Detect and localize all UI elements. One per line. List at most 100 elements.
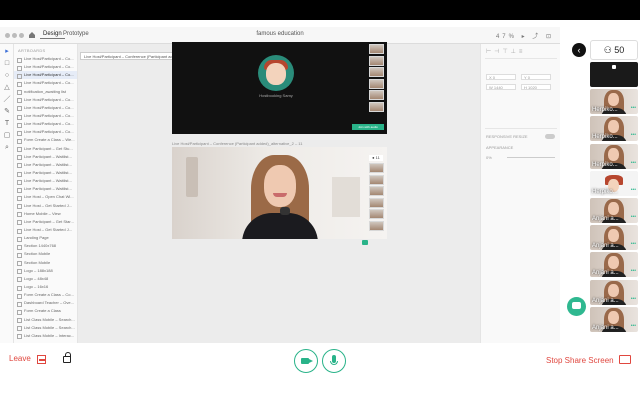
layer-item[interactable]: Live Participant – Waitlist... (14, 185, 77, 193)
layer-item[interactable]: Live Host/Participant – Co... (14, 128, 77, 136)
layer-item[interactable]: Live Host – Get Started J... (14, 226, 77, 234)
leave-button[interactable]: Leave (9, 354, 31, 363)
artboard-tool-icon[interactable]: ▢ (3, 132, 11, 140)
layer-item[interactable]: List Class Mobile – Search... (14, 324, 77, 332)
layer-item[interactable]: Live Host/Participant – Co... (14, 104, 77, 112)
layer-item[interactable]: Form Create a Class – Co... (14, 291, 77, 299)
layer-item[interactable]: Live Host/Participant – Co... (14, 71, 77, 80)
collapse-panel-button[interactable]: ‹ (572, 43, 586, 57)
participant-face (608, 310, 619, 324)
artboard-presenter-video[interactable] (172, 147, 387, 239)
camera-toggle-button[interactable] (294, 349, 318, 373)
polygon-tool-icon[interactable]: △ (3, 84, 11, 92)
microphone-toggle-button[interactable] (322, 349, 346, 373)
layer-item[interactable]: List Class Mobile – Search... (14, 316, 77, 324)
participant-name: Herpiko... (592, 188, 618, 195)
text-tool-icon[interactable]: T (3, 120, 11, 128)
layer-item[interactable]: Landing Page (14, 234, 77, 242)
layer-item[interactable]: Home Mobile – View (14, 210, 77, 218)
participant-tile[interactable]: Herpiko... ••• (590, 143, 638, 169)
more-options-icon[interactable]: ••• (631, 160, 636, 166)
layer-item[interactable]: List Class Mobile – Interac... (14, 332, 77, 340)
layer-item[interactable]: Live Host – Get Started J... (14, 202, 77, 210)
layer-item[interactable]: Form Create a Class (14, 307, 77, 316)
layer-item[interactable]: Live Host/Participant – Co... (14, 55, 77, 63)
layer-item[interactable]: Live Host/Participant – Co... (14, 96, 77, 104)
participant-name: Herpiko... (592, 134, 618, 141)
artboard1-thumb-strip (369, 44, 385, 114)
participant-tile[interactable]: Herpiko... ••• (590, 116, 638, 142)
meeting-controls-bar (0, 343, 640, 400)
layer-item[interactable]: Live Host/Participant – Co... (14, 112, 77, 120)
more-options-icon[interactable]: ••• (631, 323, 636, 329)
more-options-icon[interactable]: ••• (631, 241, 636, 247)
layer-item[interactable]: Live Participant – Waitlist... (14, 161, 77, 169)
tools-strip: ▸ □ ○ △ ／ ✎ T ▢ ⌕ (0, 44, 14, 343)
responsive-resize-toggle[interactable] (545, 134, 555, 139)
layer-item[interactable]: Logo – 188x188 (14, 267, 77, 275)
rectangle-tool-icon[interactable]: □ (3, 60, 11, 68)
participant-tile[interactable] (590, 62, 638, 87)
participant-tile[interactable]: Herpiko... ••• (590, 89, 638, 115)
lock-icon[interactable] (63, 352, 71, 363)
participant-tile[interactable]: Anjani a... ••• (590, 197, 638, 223)
participant-tile[interactable]: Herpiko... ••• (590, 170, 638, 196)
stop-share-button[interactable]: Stop Share Screen (546, 356, 614, 365)
layer-item[interactable]: Live Host/Participant – Co... (14, 120, 77, 128)
chat-button[interactable] (567, 297, 586, 316)
artboard2-label[interactable]: Live Host/Participant – Conference (Part… (172, 141, 302, 146)
layer-item[interactable]: Live Participant – Waitlist... (14, 153, 77, 161)
exit-icon[interactable] (37, 355, 46, 364)
select-tool-icon[interactable]: ▸ (3, 48, 11, 56)
participant-tile[interactable]: Anjani a... ••• (590, 279, 638, 305)
layer-item[interactable]: Section Mobile (14, 250, 77, 259)
layer-item[interactable]: Live Participant – Get Stu... (14, 145, 77, 153)
meeting-screen: Design Prototype famous education 47% ▸ … (0, 0, 640, 400)
more-options-icon[interactable]: ••• (631, 296, 636, 302)
layer-item[interactable]: Live Host/Participant – Co... (14, 63, 77, 71)
layer-item[interactable]: Live Participant – Waitlist... (14, 169, 77, 177)
screen-share-icon[interactable] (619, 355, 631, 364)
participant-tile[interactable]: Anjani a... ••• (590, 252, 638, 278)
layer-item[interactable]: Live Participant – Get Star... (14, 218, 77, 226)
mini-thumb (369, 55, 384, 66)
layer-item[interactable]: notification_awaiting list (14, 88, 77, 96)
layer-item[interactable]: Section Mobile (14, 259, 77, 267)
zoom-tool-icon[interactable]: ⌕ (3, 144, 11, 152)
mini-thumb (369, 67, 384, 78)
layer-item[interactable]: Section 1440x768 (14, 242, 77, 250)
inspector-panel: ⊢⊣⊤⊥≡ X 0 Y 0 W 1440 H 1020 RESPONSIVE R… (480, 44, 560, 343)
pin-icon (612, 65, 616, 69)
layer-item[interactable]: Form Create a Class – We... (14, 136, 77, 145)
artboard2-thumb-strip (369, 163, 385, 237)
participant-tile[interactable]: Anjani a... ••• (590, 306, 638, 332)
presenter-microphone (280, 207, 290, 215)
width-label: W 1440 (489, 85, 503, 90)
more-options-icon[interactable]: ••• (631, 268, 636, 274)
opacity-slider[interactable] (507, 157, 555, 158)
height-label: H 1020 (524, 85, 537, 90)
more-options-icon[interactable]: ••• (631, 105, 636, 111)
participant-tile[interactable]: Anjani a... ••• (590, 225, 638, 251)
align-icons[interactable]: ⊢⊣⊤⊥≡ (486, 48, 525, 55)
layer-item[interactable]: Live Host – Open Chat Wi... (14, 193, 77, 202)
zoom-level[interactable]: 47% (496, 34, 517, 40)
more-options-icon[interactable]: ••• (631, 132, 636, 138)
more-options-icon[interactable]: ••• (631, 187, 636, 193)
participant-count-badge: ● 11 (369, 155, 383, 161)
layer-item[interactable]: Live Participant – Waitlist... (14, 177, 77, 185)
ellipse-tool-icon[interactable]: ○ (3, 72, 11, 80)
camera-icon (301, 358, 313, 364)
layer-item[interactable]: Dashboard Teacher – Ove... (14, 299, 77, 307)
participant-count[interactable]: ⚇ 50 (590, 40, 638, 60)
pen-tool-icon[interactable]: ✎ (3, 108, 11, 116)
layer-item[interactable]: Logo – 16x16 (14, 283, 77, 291)
layers-header: ARTBOARDS (18, 48, 46, 53)
background-lamp (186, 157, 198, 197)
more-options-icon[interactable]: ••• (631, 214, 636, 220)
layer-item[interactable]: Live Host/Participant – Co... (14, 79, 77, 88)
presenter-face (264, 165, 296, 207)
layer-item[interactable]: Logo – 48x48 (14, 275, 77, 283)
line-tool-icon[interactable]: ／ (3, 96, 11, 104)
opacity-value[interactable]: 0% (486, 155, 492, 160)
